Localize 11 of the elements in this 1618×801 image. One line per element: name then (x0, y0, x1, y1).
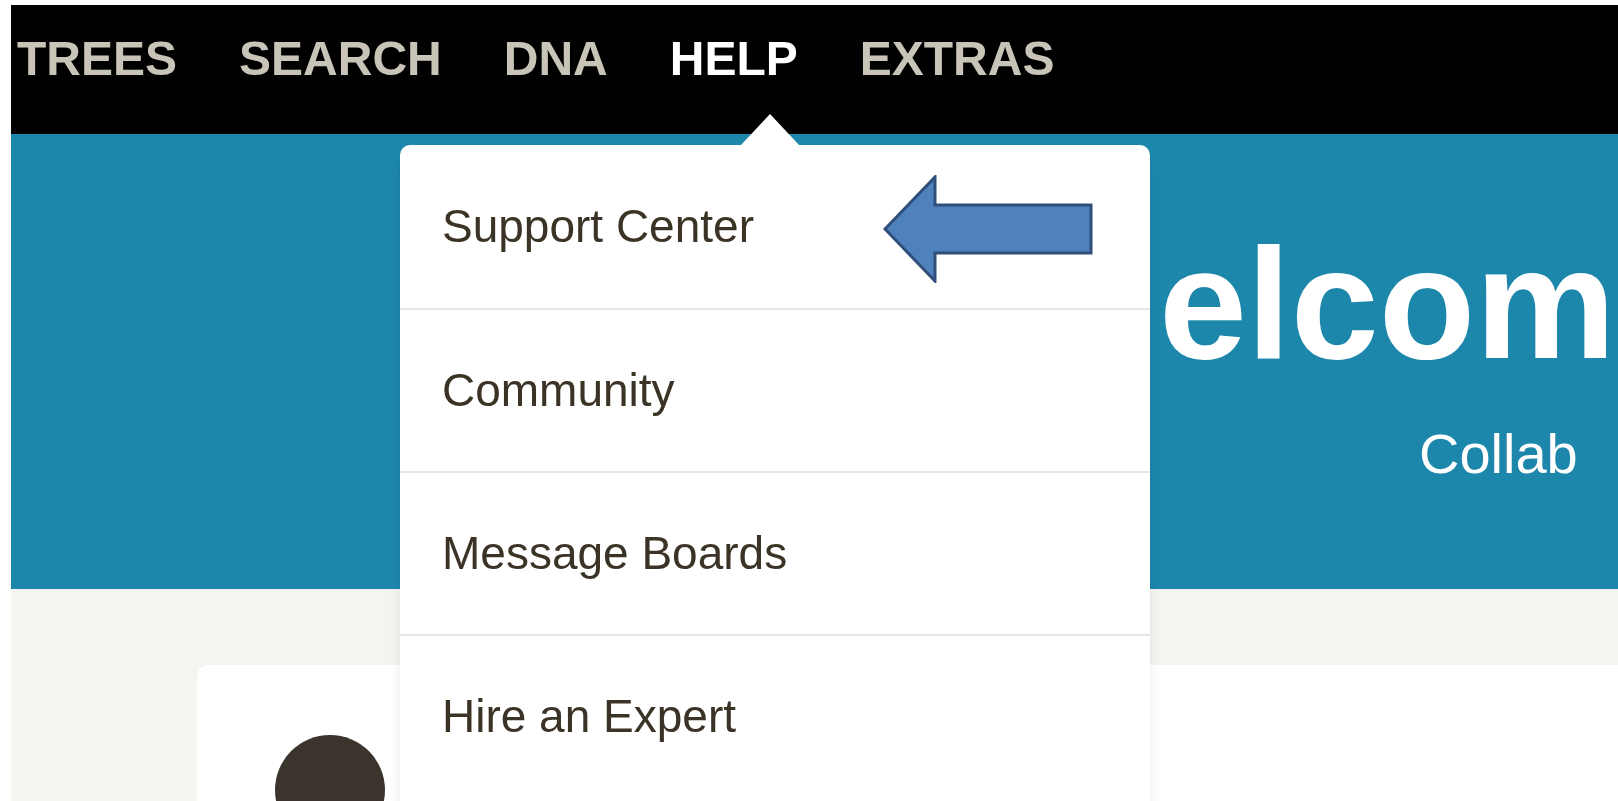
banner-title: elcom (1159, 224, 1616, 382)
nav-link[interactable]: DNA (503, 35, 608, 83)
nav-link[interactable]: HELP (669, 35, 798, 83)
nav-link[interactable]: EXTRAS (859, 35, 1055, 83)
menu-item[interactable]: Community (442, 356, 675, 425)
banner-subtitle: Collab (1419, 426, 1578, 482)
nav-link[interactable]: SEARCH (239, 35, 442, 83)
menu-item[interactable]: Support Center (442, 192, 754, 261)
nav-link[interactable]: TREES (17, 35, 178, 83)
menu-item[interactable]: Hire an Expert (442, 682, 736, 751)
menu-item[interactable]: Message Boards (442, 519, 788, 588)
